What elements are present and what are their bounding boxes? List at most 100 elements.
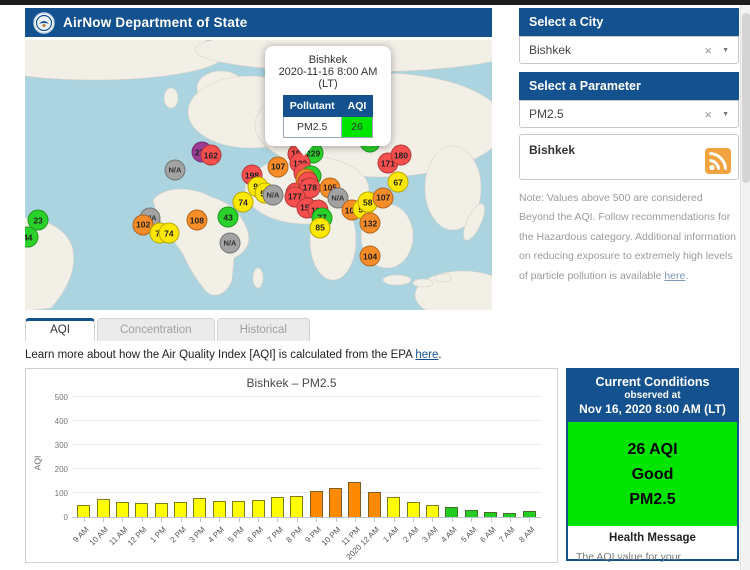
chevron-down-icon[interactable]: ▼ [722,47,729,54]
aqi-marker[interactable]: 104 [360,246,381,267]
gridline [72,396,541,397]
health-message-title: Health Message [576,532,729,544]
popup-timezone: (LT) [271,78,385,90]
y-axis-ticks: 0100200300400500 [44,398,72,518]
aqi-bar [387,497,400,517]
x-tick-label: 8 AM [517,525,536,544]
x-tick-label: 1 PM [149,525,169,545]
y-tick-label: 0 [64,513,68,522]
aqi-bar [271,497,284,517]
aqi-bar [329,488,342,517]
x-tick-label: 6 AM [478,525,497,544]
learn-more-body: Learn more about how the Air Quality Ind… [25,349,412,361]
aqi-bar [348,482,361,517]
aqi-bar [523,511,536,517]
aqi-marker[interactable]: 85 [310,217,331,238]
parameter-select-value: PM2.5 [529,107,564,121]
aqi-marker[interactable]: 67 [388,172,409,193]
chart-plot-area [72,398,541,518]
clear-icon[interactable]: × [704,44,712,57]
city-select[interactable]: Bishkek × ▼ [519,36,739,64]
aqi-marker[interactable]: 108 [186,210,207,231]
x-tick-label: 4 AM [440,525,459,544]
health-message-section: Health Message The AQI value for your co… [568,526,737,570]
aqi-bar [232,501,245,517]
rss-icon[interactable] [705,148,731,174]
feed-city-label: Bishkek [529,143,575,157]
learn-more-period: . [438,349,441,361]
aqi-marker[interactable]: N/A [164,159,185,180]
aqi-bar [445,507,458,517]
aqi-bar-chart: Bishkek – PM2.5 AQI 0100200300400500 9 A… [25,368,558,563]
city-select-value: Bishkek [529,43,571,57]
browser-top-strip [0,0,750,5]
note-period: . [685,270,688,282]
y-tick-label: 200 [55,465,68,474]
x-tick-label: 5 PM [226,525,246,545]
airnow-page: AirNow Department of State [0,0,750,570]
page-scrollbar[interactable] [740,5,750,570]
popup-datetime: 2020-11-16 8:00 AM [271,66,385,78]
aqi-category: Good [568,462,737,487]
current-conditions-panel: Current Conditions observed at Nov 16, 2… [566,368,739,561]
aqi-bar [426,505,439,517]
x-tick-label: 2 AM [401,525,420,544]
app-title: AirNow Department of State [63,15,247,30]
popup-col-pollutant: Pollutant [283,96,341,117]
parameter-select-controls: × ▼ [704,108,729,121]
aqi-bar [407,502,420,517]
aqi-marker[interactable]: 107 [268,156,289,177]
chevron-down-icon[interactable]: ▼ [722,111,729,118]
aqi-marker[interactable]: N/A [220,233,241,254]
tab-concentration[interactable]: Concentration [97,318,215,341]
aqi-bar [368,492,381,517]
rss-feed-box: Bishkek [519,134,739,180]
tab-historical[interactable]: Historical [217,318,310,341]
x-tick-label: 8 PM [284,525,304,545]
epa-here-link[interactable]: here [415,349,438,361]
note-here-link[interactable]: here [664,270,685,282]
aqi-marker[interactable]: 162 [200,145,221,166]
aqi-marker[interactable]: 132 [360,213,381,234]
aqi-bar [116,502,129,517]
map-popup: Bishkek 2020-11-16 8:00 AM (LT) Pollutan… [265,46,391,146]
current-conditions-header: Current Conditions observed at Nov 16, 2… [568,370,737,422]
sidebar: Select a City Bishkek × ▼ Select a Param… [519,8,739,310]
select-parameter-header: Select a Parameter [519,72,739,100]
aqi-bar [174,502,187,517]
observed-datetime: Nov 16, 2020 8:00 AM (LT) [570,402,735,416]
health-message-text: The AQI value for your community is betw… [576,548,729,570]
parameter-select[interactable]: PM2.5 × ▼ [519,100,739,128]
aqi-marker[interactable]: 107 [373,187,394,208]
tab-bar: AQI Concentration Historical [25,318,739,341]
note-text: Note: Values above 500 are considered Be… [519,189,739,286]
learn-more-text: Learn more about how the Air Quality Ind… [25,349,739,361]
aqi-bar [155,503,168,517]
observed-at-label: observed at [570,390,735,401]
x-tick-label: 3 AM [420,525,439,544]
aqi-marker[interactable]: N/A [262,184,283,205]
aqi-marker[interactable]: 180 [390,145,411,166]
popup-col-aqi: AQI [341,96,373,117]
scrollbar-thumb[interactable] [742,13,750,183]
popup-tail [295,145,313,156]
y-tick-label: 300 [55,441,68,450]
aqi-bar [310,491,323,517]
current-conditions-title: Current Conditions [570,375,735,389]
aqi-bar [97,499,110,517]
aqi-bar [290,496,303,517]
tab-aqi[interactable]: AQI [25,318,95,341]
clear-icon[interactable]: × [704,108,712,121]
x-tick-label: 6 PM [246,525,266,545]
aqi-bar [193,498,206,517]
y-tick-label: 400 [55,417,68,426]
y-tick-label: 500 [55,393,68,402]
world-map[interactable]: 2344N/AN/A10273741082761621981079455N/A7… [25,40,492,310]
aqi-bar [503,513,516,517]
popup-aqi-value: 26 [341,117,373,138]
aqi-bar [484,512,497,517]
x-tick-label: 3 PM [188,525,208,545]
popup-city: Bishkek [271,54,385,66]
aqi-marker[interactable]: 43 [218,207,239,228]
aqi-marker[interactable]: 74 [158,223,179,244]
